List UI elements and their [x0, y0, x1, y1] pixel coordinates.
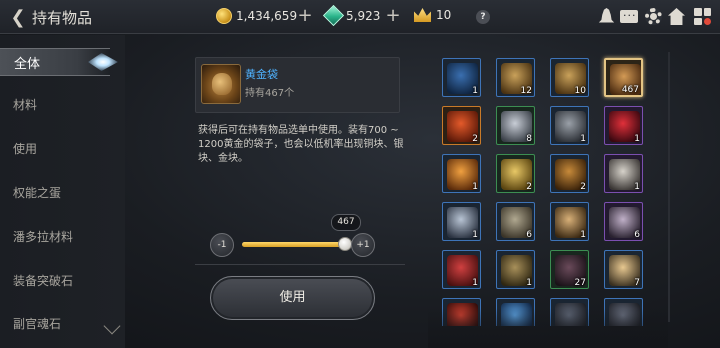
item-slot-gold-bag[interactable]: 467 [604, 58, 643, 97]
gem-currency: 5,923 [322, 4, 381, 27]
item-slot-rope-coil[interactable]: 6 [496, 202, 535, 241]
sidebar-item-breakthrough-stones[interactable]: 装备突破石 [13, 271, 113, 291]
item-slot-red-box[interactable]: 1 [442, 250, 481, 289]
item-slot-claw-relic[interactable]: 1 [550, 202, 589, 241]
sidebar-item-materials[interactable]: 材料 [13, 95, 113, 115]
add-gem-button[interactable]: + [384, 5, 402, 26]
item-slot-blue-chest[interactable]: 1 [442, 58, 481, 97]
menu-grid-icon[interactable] [694, 8, 711, 25]
item-slot-crown-beast[interactable]: 1 [604, 154, 643, 193]
item-slot-hero-portrait-dark[interactable]: 27 [550, 250, 589, 289]
item-slot-hero-portrait-blond[interactable]: 7 [604, 250, 643, 289]
item-slot-spiked-mace[interactable]: 1 [550, 106, 589, 145]
slider-knob[interactable] [338, 237, 352, 251]
scrollbar[interactable] [668, 52, 670, 322]
item-grid: 1 12 10 467 2 8 1 1 1 2 2 1 1 6 1 6 1 1 27 7 [428, 44, 660, 326]
item-description: 获得后可在持有物品选单中使用。装有700 ~ 1200黄金的袋子，也会以低机率出… [198, 125, 404, 164]
item-slot-flame-sword[interactable]: 1 [442, 154, 481, 193]
home-icon[interactable] [668, 8, 685, 25]
item-count: 12 [520, 86, 532, 96]
slider-fill [242, 242, 342, 247]
item-count: 2 [580, 182, 586, 192]
item-count: 467 [621, 85, 639, 95]
sidebar-item-label: 全体 [14, 57, 41, 72]
sidebar-item-use[interactable]: 使用 [13, 139, 113, 159]
gold-currency: 1,434,659 [216, 8, 297, 24]
item-slot-silver-ring[interactable]: 1 [442, 202, 481, 241]
gold-bag-icon [201, 64, 241, 104]
item-slot-silver-spear[interactable]: 8 [496, 106, 535, 145]
item-count: 6 [634, 230, 640, 240]
item-detail-card: 黄金袋 持有467个 [195, 57, 400, 113]
sidebar-item-soul-stones[interactable]: 副官魂石 [13, 314, 113, 334]
gold-amount: 1,434,659 [236, 9, 298, 23]
item-count: 1 [580, 134, 586, 144]
item-count: 8 [526, 134, 532, 144]
item-count: 2 [472, 134, 478, 144]
crown-currency: 10 [414, 8, 451, 22]
gear-icon[interactable] [645, 8, 662, 25]
divider [195, 264, 405, 265]
item-slot-red-crystal[interactable]: 1 [604, 106, 643, 145]
item-slot-gold-chest-2[interactable]: 10 [550, 58, 589, 97]
decrease-button[interactable]: -1 [210, 233, 234, 257]
item-owned-count: 持有467个 [245, 88, 295, 99]
item-name: 黄金袋 [245, 68, 278, 81]
item-count: 1 [472, 182, 478, 192]
item-count: 6 [526, 230, 532, 240]
item-count: 1 [472, 230, 478, 240]
item-slot-gold-tablet[interactable]: 2 [496, 154, 535, 193]
item-count: 27 [574, 278, 586, 288]
item-slot-red-orb[interactable]: 2 [442, 106, 481, 145]
item-slot-dark-scythe[interactable]: 6 [604, 202, 643, 241]
item-count: 1 [634, 182, 640, 192]
back-arrow-icon[interactable]: ❮ [8, 7, 28, 28]
item-slot-gold-chest[interactable]: 12 [496, 58, 535, 97]
quantity-slider[interactable] [242, 242, 342, 247]
add-gold-button[interactable]: + [296, 5, 314, 26]
item-count: 1 [472, 278, 478, 288]
item-count: 7 [634, 278, 640, 288]
increase-button[interactable]: +1 [351, 233, 375, 257]
use-button[interactable]: 使用 [210, 276, 375, 320]
top-bar: ❮ 持有物品 1,434,659 + 5,923 + 10 ? [0, 0, 720, 34]
sidebar-item-pandora-materials[interactable]: 潘多拉材料 [13, 227, 113, 247]
gold-coin-icon [216, 8, 232, 24]
crown-amount: 10 [436, 8, 452, 22]
category-sidebar: 全体 材料 使用 权能之蛋 潘多拉材料 装备突破石 副官魂石 [0, 35, 125, 348]
grid-fade [428, 308, 668, 348]
crown-icon [414, 8, 431, 22]
item-count: 1 [472, 86, 478, 96]
help-icon[interactable]: ? [476, 10, 490, 24]
bell-icon[interactable] [598, 8, 615, 23]
sidebar-item-power-eggs[interactable]: 权能之蛋 [13, 183, 113, 203]
page-title: 持有物品 [32, 9, 93, 27]
item-count: 2 [526, 182, 532, 192]
item-slot-beast-helm[interactable]: 1 [496, 250, 535, 289]
slider-value-bubble: 467 [331, 214, 361, 231]
chat-icon[interactable] [620, 6, 638, 23]
item-slot-gold-ring[interactable]: 2 [550, 154, 589, 193]
item-count: 1 [634, 134, 640, 144]
item-count: 1 [526, 278, 532, 288]
item-count: 1 [580, 230, 586, 240]
item-count: 10 [574, 86, 586, 96]
gem-amount: 5,923 [346, 8, 381, 23]
gem-icon [322, 4, 345, 27]
